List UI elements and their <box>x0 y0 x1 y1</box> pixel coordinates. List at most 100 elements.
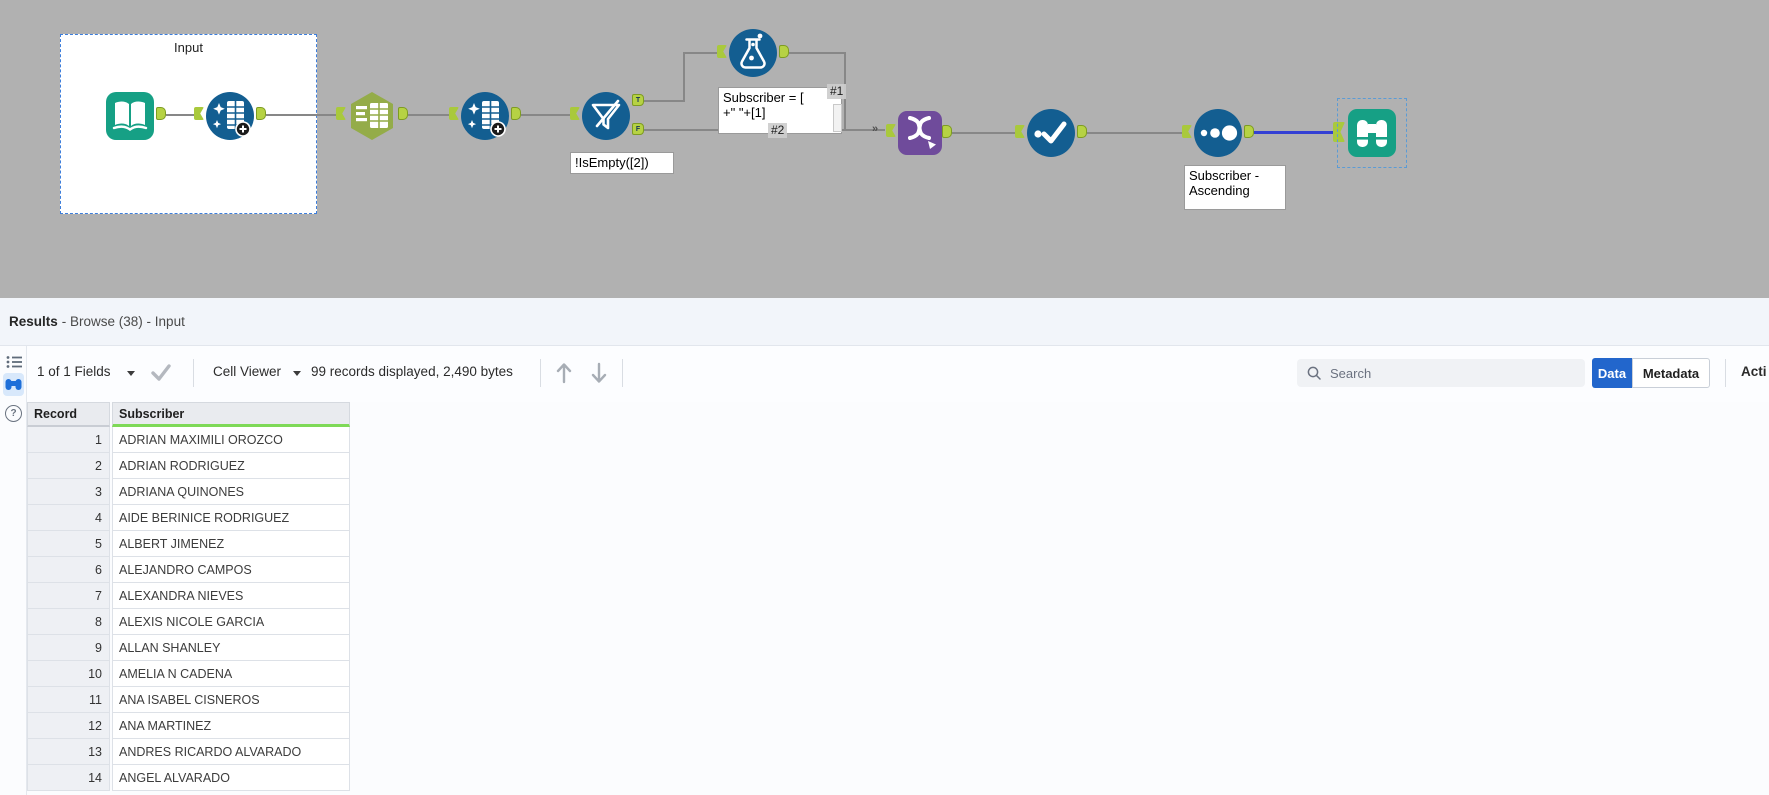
subscriber-cell[interactable]: ALEJANDRO CAMPOS <box>112 557 350 583</box>
chevron-down-icon[interactable] <box>127 371 135 376</box>
filter-annotation[interactable]: !IsEmpty([2]) <box>570 152 674 174</box>
connection[interactable] <box>266 114 336 116</box>
record-number-cell[interactable]: 8 <box>27 609 110 635</box>
subscriber-cell[interactable]: ALBERT JIMENEZ <box>112 531 350 557</box>
table-row[interactable]: 7 ALEXANDRA NIEVES <box>27 583 350 609</box>
output-anchor[interactable] <box>256 107 266 120</box>
metadata-tab-button[interactable]: Metadata <box>1632 358 1710 388</box>
record-number-cell[interactable]: 9 <box>27 635 110 661</box>
subscriber-cell[interactable]: ADRIAN MAXIMILI OROZCO <box>112 427 350 453</box>
output-anchor[interactable] <box>779 45 789 58</box>
record-number-cell[interactable]: 14 <box>27 765 110 791</box>
output-anchor[interactable] <box>942 125 952 138</box>
connection[interactable] <box>952 132 1015 134</box>
record-number-cell[interactable]: 1 <box>27 427 110 453</box>
subscriber-cell[interactable]: AIDE BERINICE RODRIGUEZ <box>112 505 350 531</box>
record-number-cell[interactable]: 3 <box>27 479 110 505</box>
data-tab-button[interactable]: Data <box>1592 358 1632 388</box>
subscriber-cell[interactable]: ADRIANA QUINONES <box>112 479 350 505</box>
filter-tool[interactable] <box>580 90 632 142</box>
search-box[interactable] <box>1297 359 1585 387</box>
subscriber-cell[interactable]: ALLAN SHANLEY <box>112 635 350 661</box>
apply-check-icon[interactable] <box>150 363 172 381</box>
subscriber-cell[interactable]: ANDRES RICARDO ALVARADO <box>112 739 350 765</box>
connection-true-branch[interactable] <box>683 52 685 102</box>
cell-viewer-dropdown[interactable]: Cell Viewer <box>213 364 281 379</box>
record-number-cell[interactable]: 7 <box>27 583 110 609</box>
input-anchor[interactable] <box>1182 125 1192 138</box>
connection[interactable] <box>1087 132 1182 134</box>
arrow-up-icon[interactable] <box>554 360 574 386</box>
workflow-canvas[interactable]: Input T F » !IsEmpty([2]) Subscriber = [… <box>0 0 1769 299</box>
input-anchor[interactable] <box>1015 125 1025 138</box>
annotation-scrollbar[interactable] <box>833 104 842 132</box>
record-number-cell[interactable]: 11 <box>27 687 110 713</box>
browse-view-button[interactable] <box>3 373 24 396</box>
false-output-anchor[interactable]: F <box>632 123 644 135</box>
subscriber-cell[interactable]: ANGEL ALVARADO <box>112 765 350 791</box>
table-row[interactable]: 6 ALEJANDRO CAMPOS <box>27 557 350 583</box>
table-row[interactable]: 13 ANDRES RICARDO ALVARADO <box>27 739 350 765</box>
formula-tool[interactable] <box>727 27 779 79</box>
record-number-cell[interactable]: 10 <box>27 661 110 687</box>
arrow-down-icon[interactable] <box>589 360 609 386</box>
connection-formula-out[interactable] <box>789 52 846 54</box>
input-anchor[interactable] <box>336 107 346 120</box>
input-data-tool[interactable] <box>104 90 156 142</box>
record-number-cell[interactable]: 4 <box>27 505 110 531</box>
record-number-cell[interactable]: 6 <box>27 557 110 583</box>
subscriber-cell[interactable]: AMELIA N CADENA <box>112 661 350 687</box>
output-anchor[interactable] <box>511 107 521 120</box>
output-anchor[interactable] <box>398 107 408 120</box>
table-row[interactable]: 11 ANA ISABEL CISNEROS <box>27 687 350 713</box>
subscriber-cell[interactable]: ADRIAN RODRIGUEZ <box>112 453 350 479</box>
table-row[interactable]: 10 AMELIA N CADENA <box>27 661 350 687</box>
unique-tool[interactable] <box>1025 107 1077 159</box>
connection[interactable] <box>408 114 449 116</box>
subscriber-cell[interactable]: ANA ISABEL CISNEROS <box>112 687 350 713</box>
data-cleansing-tool-1[interactable] <box>204 90 256 142</box>
true-output-anchor[interactable]: T <box>632 94 644 106</box>
subscriber-cell[interactable]: ALEXANDRA NIEVES <box>112 583 350 609</box>
sort-tool[interactable] <box>1192 107 1244 159</box>
output-anchor[interactable] <box>1244 125 1254 138</box>
record-number-cell[interactable]: 2 <box>27 453 110 479</box>
record-number-cell[interactable]: 5 <box>27 531 110 557</box>
output-anchor[interactable] <box>156 107 166 120</box>
table-row[interactable]: 1 ADRIAN MAXIMILI OROZCO <box>27 427 350 453</box>
details-view-button[interactable] <box>3 352 24 372</box>
data-cleansing-tool-2[interactable] <box>459 90 511 142</box>
tool-container-input[interactable]: Input <box>60 34 317 214</box>
table-row[interactable]: 3 ADRIANA QUINONES <box>27 479 350 505</box>
search-input[interactable] <box>1328 364 1562 382</box>
table-row[interactable]: 5 ALBERT JIMENEZ <box>27 531 350 557</box>
input-anchor[interactable] <box>886 124 896 137</box>
sort-annotation[interactable]: Subscriber - Ascending <box>1184 165 1286 210</box>
output-anchor[interactable] <box>1077 125 1087 138</box>
subscriber-cell[interactable]: ALEXIS NICOLE GARCIA <box>112 609 350 635</box>
table-row[interactable]: 2 ADRIAN RODRIGUEZ <box>27 453 350 479</box>
table-row[interactable]: 12 ANA MARTINEZ <box>27 713 350 739</box>
table-row[interactable]: 8 ALEXIS NICOLE GARCIA <box>27 609 350 635</box>
record-number-cell[interactable]: 13 <box>27 739 110 765</box>
union-tool[interactable] <box>897 110 943 156</box>
connection[interactable] <box>166 114 194 116</box>
connection-true-branch[interactable] <box>683 52 717 54</box>
input-anchor[interactable] <box>717 45 727 58</box>
record-number-cell[interactable]: 12 <box>27 713 110 739</box>
input-anchor[interactable] <box>449 107 459 120</box>
fields-dropdown[interactable]: 1 of 1 Fields <box>37 364 111 379</box>
record-column-header[interactable]: Record <box>27 402 110 427</box>
table-row[interactable]: 4 AIDE BERINICE RODRIGUEZ <box>27 505 350 531</box>
connection-selected[interactable] <box>1254 131 1333 134</box>
text-to-columns-tool[interactable] <box>346 90 398 142</box>
input-anchor[interactable] <box>570 107 580 120</box>
connection[interactable] <box>521 114 570 116</box>
browse-tool[interactable] <box>1347 108 1397 158</box>
chevron-down-icon[interactable] <box>293 371 301 376</box>
help-button[interactable]: ? <box>3 403 24 423</box>
subscriber-column-header[interactable]: Subscriber <box>112 402 350 427</box>
table-row[interactable]: 14 ANGEL ALVARADO <box>27 765 350 791</box>
connection-true-branch[interactable] <box>644 100 685 102</box>
subscriber-cell[interactable]: ANA MARTINEZ <box>112 713 350 739</box>
